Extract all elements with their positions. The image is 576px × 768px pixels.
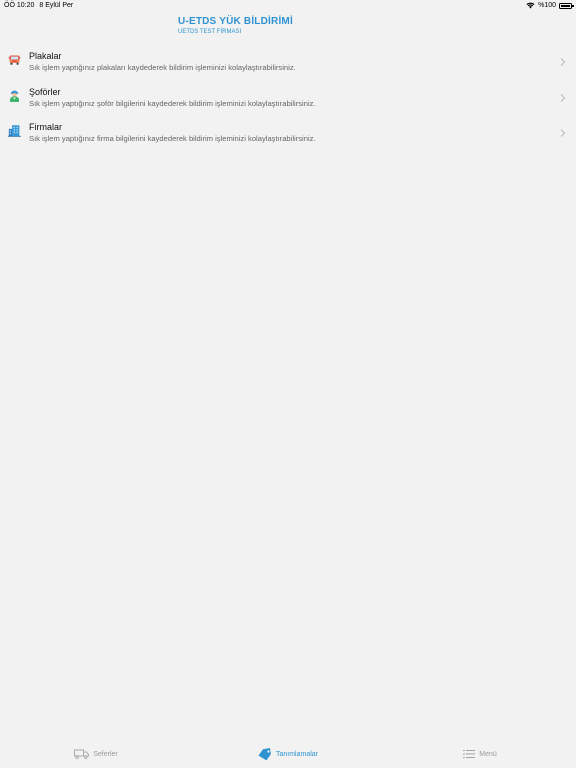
tab-label: Menü (479, 750, 497, 758)
list-item-plakalar[interactable]: Plakalar Sık işlem yaptığınız plakaları … (0, 44, 576, 80)
list-item-text: Şoförler Sık işlem yaptığınız şoför bilg… (29, 87, 316, 108)
tab-bar: Seferler Tanımlamalar Menü (0, 740, 576, 768)
building-icon (8, 125, 21, 137)
header: U-ETDS YÜK BİLDİRİMİ UETDS TEST FİRMASI (178, 16, 293, 35)
status-left: ÖÖ 10:20 8 Eylül Per (4, 2, 73, 9)
definitions-list: Plakalar Sık işlem yaptığınız plakaları … (0, 44, 576, 151)
driver-icon (10, 90, 19, 102)
list-item-title: Firmalar (29, 122, 62, 132)
status-time: ÖÖ 10:20 (4, 2, 35, 9)
wifi-icon (526, 2, 535, 9)
chevron-right-icon (560, 93, 566, 102)
chevron-right-icon (560, 58, 566, 66)
tab-label: Tanımlamalar (275, 750, 318, 758)
battery-icon (559, 2, 574, 9)
list-item-description: Sık işlem yaptığınız plakaları kaydedere… (29, 63, 296, 72)
list-item-firmalar[interactable]: Firmalar Sık işlem yaptığınız firma bilg… (0, 115, 576, 151)
list-item-text: Firmalar Sık işlem yaptığınız firma bilg… (29, 122, 316, 143)
status-right: %100 (526, 2, 574, 9)
list-item-title: Plakalar (29, 51, 62, 61)
truck-icon (8, 55, 21, 65)
list-item-soforler[interactable]: Şoförler Sık işlem yaptığınız şoför bilg… (0, 80, 576, 116)
list-item-description: Sık işlem yaptığınız şoför bilgilerini k… (29, 98, 316, 108)
tag-icon (258, 747, 271, 760)
status-bar: ÖÖ 10:20 8 Eylül Per %100 (0, 0, 576, 12)
tab-seferler[interactable]: Seferler (0, 740, 192, 768)
tab-menu[interactable]: Menü (384, 740, 576, 768)
list-icon (463, 749, 476, 759)
page-title: U-ETDS YÜK BİLDİRİMİ (178, 16, 293, 27)
list-item-text: Plakalar Sık işlem yaptığınız plakaları … (29, 51, 296, 72)
truck-outline-icon (74, 749, 90, 759)
company-name: UETDS TEST FİRMASI (178, 29, 242, 35)
battery-percentage: %100 (538, 2, 556, 9)
tab-label: Seferler (93, 750, 118, 758)
list-item-title: Şoförler (29, 86, 61, 97)
chevron-right-icon (560, 129, 566, 137)
list-item-description: Sık işlem yaptığınız firma bilgilerini k… (29, 134, 316, 143)
tab-tanimlamalar[interactable]: Tanımlamalar (192, 740, 384, 768)
status-date: 8 Eylül Per (39, 2, 74, 9)
